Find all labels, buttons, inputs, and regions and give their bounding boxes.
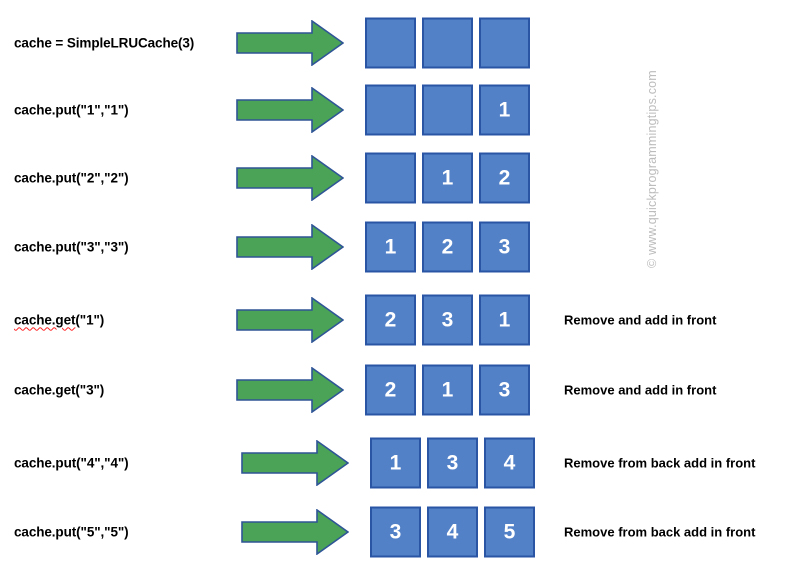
right-arrow-icon xyxy=(241,509,349,555)
cache-slot: 1 xyxy=(422,364,473,416)
cache-step-row: cache.get("3") 2 1 3 Remove and add in front xyxy=(0,355,800,425)
operation-label: cache.put("1","1") xyxy=(14,102,129,118)
right-arrow-icon xyxy=(236,87,344,133)
cache-slot: 2 xyxy=(365,294,416,346)
cache-step-row: cache.put("4","4") 1 3 4 Remove from back ad… xyxy=(0,428,800,498)
cache-slot xyxy=(365,84,416,136)
cache-slots: 213 xyxy=(365,364,530,416)
cache-slot: 4 xyxy=(427,506,478,558)
diagram-canvas: cache = SimpleLRUCache(3) cache.put("1","… xyxy=(0,0,800,569)
step-note: Remove and add in front xyxy=(564,312,717,328)
cache-slot: 1 xyxy=(479,294,530,346)
right-arrow-icon xyxy=(236,20,344,66)
operation-label-rest: ("1") xyxy=(75,312,105,328)
operation-label: cache.put("3","3") xyxy=(14,239,129,255)
cache-step-row: cache.put("1","1") 1 xyxy=(0,75,800,145)
operation-label: cache.put("5","5") xyxy=(14,524,129,540)
cache-slots: 345 xyxy=(370,506,535,558)
cache-slot: 3 xyxy=(370,506,421,558)
cache-step-row: cache = SimpleLRUCache(3) xyxy=(0,8,800,78)
step-note: Remove and add in front xyxy=(564,382,717,398)
right-arrow-icon xyxy=(236,155,344,201)
right-arrow-icon xyxy=(236,297,344,343)
cache-slot: 1 xyxy=(365,221,416,273)
cache-slots: 1 xyxy=(365,84,530,136)
cache-step-row: cache.get("1") 2 3 1 Remove and add in front xyxy=(0,285,800,355)
cache-slot: 2 xyxy=(365,364,416,416)
cache-slot: 3 xyxy=(479,221,530,273)
step-note: Remove from back add in front xyxy=(564,455,756,471)
cache-slot xyxy=(479,17,530,69)
cache-slots: 12 xyxy=(365,152,530,204)
cache-slots: 123 xyxy=(365,221,530,273)
right-arrow-icon xyxy=(236,224,344,270)
cache-slot: 3 xyxy=(479,364,530,416)
cache-slot: 2 xyxy=(422,221,473,273)
operation-label: cache.get("1") xyxy=(14,313,104,328)
operation-label: cache.get("3") xyxy=(14,382,105,398)
cache-slot xyxy=(365,152,416,204)
operation-label: cache = SimpleLRUCache(3) xyxy=(14,35,195,51)
cache-step-row: cache.put("2","2") 1 2 xyxy=(0,143,800,213)
cache-slot: 4 xyxy=(484,437,535,489)
cache-slot: 1 xyxy=(479,84,530,136)
cache-slot xyxy=(422,17,473,69)
spellcheck-underlined-text: cache.get xyxy=(14,312,76,328)
operation-label: cache.put("4","4") xyxy=(14,455,129,471)
cache-step-row: cache.put("5","5") 3 4 5 Remove from back ad… xyxy=(0,497,800,567)
cache-slot: 3 xyxy=(422,294,473,346)
operation-label: cache.put("2","2") xyxy=(14,170,129,186)
cache-slots: 134 xyxy=(370,437,535,489)
cache-slot: 5 xyxy=(484,506,535,558)
cache-slot: 1 xyxy=(370,437,421,489)
cache-slot xyxy=(422,84,473,136)
cache-slots: 231 xyxy=(365,294,530,346)
cache-slot xyxy=(365,17,416,69)
right-arrow-icon xyxy=(236,367,344,413)
cache-slot: 1 xyxy=(422,152,473,204)
step-note: Remove from back add in front xyxy=(564,524,756,540)
cache-slot: 3 xyxy=(427,437,478,489)
watermark-text: © www.quickprogrammingtips.com xyxy=(645,70,659,268)
cache-step-row: cache.put("3","3") 1 2 3 xyxy=(0,212,800,282)
cache-slot: 2 xyxy=(479,152,530,204)
cache-slots xyxy=(365,17,530,69)
right-arrow-icon xyxy=(241,440,349,486)
